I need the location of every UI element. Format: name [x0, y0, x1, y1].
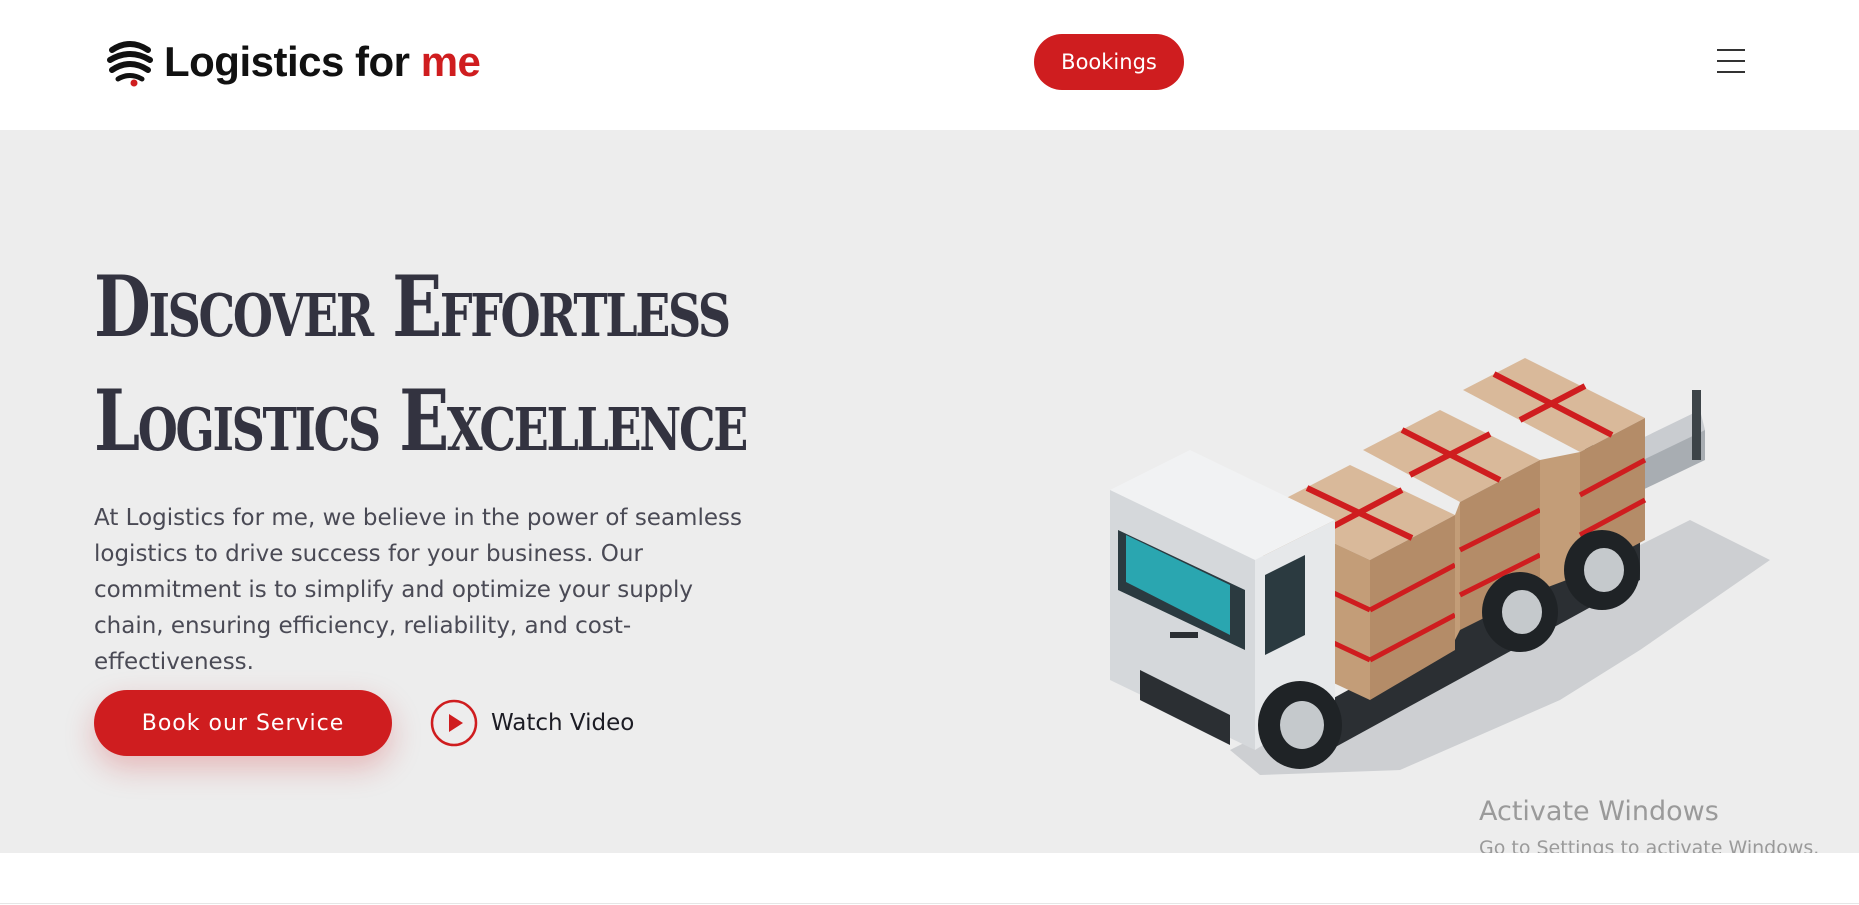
menu-line	[1717, 49, 1745, 51]
hamburger-menu-icon[interactable]	[1714, 44, 1748, 78]
site-header: Logistics for me Bookings	[0, 0, 1859, 130]
logo-text-main: Logistics for	[164, 38, 410, 85]
logo-text-accent: me	[420, 38, 481, 85]
activate-windows-watermark: Activate Windows Go to Settings to activ…	[1479, 795, 1819, 853]
truck-wheel	[1482, 572, 1558, 652]
bookings-button[interactable]: Bookings	[1034, 34, 1184, 90]
hero-title-line-2: Logistics Excellence	[94, 371, 748, 470]
book-service-button[interactable]: Book our Service	[94, 690, 392, 756]
menu-line	[1717, 71, 1745, 73]
section-divider	[0, 903, 1859, 904]
hero-section: Discover Effortless Logistics Excellence…	[0, 130, 1859, 853]
hero-description: At Logistics for me, we believe in the p…	[94, 505, 742, 675]
logo-icon	[107, 41, 153, 87]
activate-windows-subtitle: Go to Settings to activate Windows.	[1479, 837, 1820, 853]
hero-title-line-1: Discover Effortless	[94, 257, 731, 356]
truck-wheel	[1258, 681, 1342, 769]
watch-video-link[interactable]: Watch Video	[430, 698, 634, 748]
menu-line	[1717, 60, 1745, 62]
hero-title: Discover Effortless Logistics Excellence	[94, 250, 748, 478]
activate-windows-title: Activate Windows	[1479, 796, 1719, 827]
play-icon	[430, 699, 478, 747]
logo[interactable]: Logistics for me	[104, 34, 481, 90]
truck-wheel	[1564, 530, 1640, 610]
cargo-truck-illustration	[1110, 358, 1770, 775]
logo-text: Logistics for me	[164, 38, 481, 86]
watch-video-label: Watch Video	[491, 710, 635, 736]
